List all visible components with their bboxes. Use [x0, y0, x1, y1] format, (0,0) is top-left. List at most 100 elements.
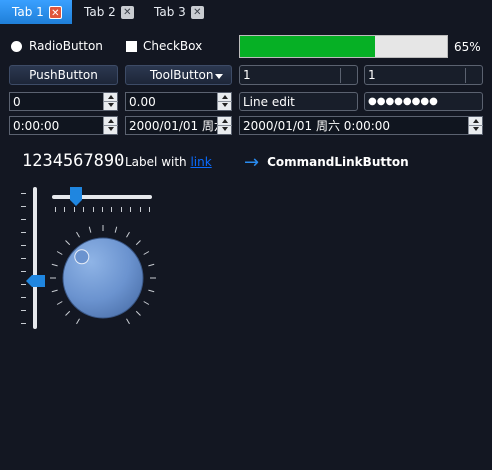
- slider-tick: [21, 323, 26, 324]
- dial-tick: [51, 263, 58, 267]
- vertical-slider-handle[interactable]: [26, 275, 45, 288]
- dial[interactable]: [46, 221, 160, 335]
- dial-tick: [88, 226, 92, 233]
- chevron-down-icon: [215, 74, 223, 79]
- slider-tick: [111, 207, 113, 212]
- checkbox-label: CheckBox: [143, 39, 203, 53]
- slider-tick: [21, 193, 26, 194]
- spin-buttons[interactable]: [103, 117, 118, 134]
- lcd-number: 1234567890: [22, 151, 125, 171]
- spin-down-icon[interactable]: [469, 125, 483, 133]
- link-label-text: Label with: [125, 155, 191, 169]
- dial-notch: [74, 249, 90, 265]
- radio-button[interactable]: [11, 41, 22, 52]
- tab-3[interactable]: Tab 3 ✕: [142, 0, 212, 24]
- dial-tick: [114, 226, 118, 233]
- radio-button-label: RadioButton: [29, 39, 103, 53]
- spin-down-icon[interactable]: [104, 125, 118, 133]
- arrow-right-icon: →: [244, 151, 260, 173]
- dial-tick: [148, 289, 155, 293]
- slider-tick: [21, 297, 26, 298]
- line-edit[interactable]: Line edit: [239, 92, 358, 111]
- horizontal-slider-groove[interactable]: [52, 195, 152, 199]
- close-icon[interactable]: ✕: [48, 5, 62, 19]
- double-spin-box[interactable]: 0.00: [125, 92, 232, 111]
- dial-tick: [76, 318, 80, 325]
- slider-tick: [21, 258, 26, 259]
- dial-tick: [51, 289, 58, 293]
- dial-tick: [65, 310, 71, 316]
- dial-tick: [126, 231, 130, 238]
- tool-button[interactable]: ToolButton: [125, 65, 232, 85]
- tool-button-label: ToolButton: [150, 68, 214, 82]
- date-edit-value: 2000/01/01 周六: [129, 119, 226, 133]
- slider-tick: [21, 284, 26, 285]
- int-spin-box-value: 0: [13, 94, 21, 109]
- command-link-button[interactable]: → CommandLinkButton: [244, 151, 409, 173]
- tab-1[interactable]: Tab 1 ✕: [0, 0, 72, 24]
- tab-2-label: Tab 2: [84, 5, 116, 19]
- close-icon[interactable]: ✕: [120, 5, 134, 19]
- spin-down-icon[interactable]: [104, 101, 118, 109]
- slider-tick: [21, 271, 26, 272]
- slider-tick: [64, 207, 66, 212]
- combo-box-1-value: 1: [243, 68, 251, 82]
- dial-tick: [143, 251, 150, 255]
- dial-tick: [76, 231, 80, 238]
- int-spin-box[interactable]: 0: [9, 92, 118, 111]
- dial-tick: [65, 240, 71, 246]
- link-label: Label with link: [125, 155, 212, 169]
- spin-buttons[interactable]: [468, 117, 483, 134]
- slider-tick: [21, 206, 26, 207]
- command-link-label: CommandLinkButton: [267, 155, 409, 169]
- dial-tick: [143, 301, 150, 305]
- slider-tick: [130, 207, 132, 212]
- close-icon[interactable]: ✕: [190, 5, 204, 19]
- spin-buttons[interactable]: [217, 117, 232, 134]
- tab-bar: Tab 1 ✕ Tab 2 ✕ Tab 3 ✕: [0, 0, 492, 24]
- spin-down-icon[interactable]: [218, 101, 232, 109]
- password-field-value: ●●●●●●●●: [368, 96, 438, 107]
- datetime-edit-value: 2000/01/01 周六 0:00:00: [243, 119, 391, 133]
- slider-tick: [21, 310, 26, 311]
- dial-tick: [135, 240, 141, 246]
- push-button[interactable]: PushButton: [9, 65, 118, 85]
- datetime-edit[interactable]: 2000/01/01 周六 0:00:00: [239, 116, 483, 135]
- line-edit-value: Line edit: [243, 94, 295, 109]
- password-field[interactable]: ●●●●●●●●: [364, 92, 483, 111]
- combo-box-1[interactable]: 1: [239, 65, 358, 85]
- date-edit[interactable]: 2000/01/01 周六: [125, 116, 232, 135]
- vertical-slider-groove[interactable]: [33, 187, 37, 329]
- slider-tick: [73, 207, 75, 212]
- checkbox[interactable]: [126, 41, 137, 52]
- slider-tick: [139, 207, 141, 212]
- slider-tick: [21, 219, 26, 220]
- dial-knob[interactable]: [62, 237, 144, 319]
- slider-tick: [149, 207, 150, 212]
- combo-divider: [340, 68, 341, 83]
- combo-divider: [465, 68, 466, 83]
- combo-box-2[interactable]: 1: [364, 65, 483, 85]
- time-edit[interactable]: 0:00:00: [9, 116, 118, 135]
- slider-tick: [102, 207, 103, 212]
- progress-bar: [239, 35, 448, 58]
- slider-tick: [21, 245, 26, 246]
- dial-tick: [126, 318, 130, 325]
- tab-2[interactable]: Tab 2 ✕: [72, 0, 142, 24]
- combo-box-2-value: 1: [368, 68, 376, 82]
- spin-buttons[interactable]: [217, 93, 232, 110]
- horizontal-slider-handle[interactable]: [69, 187, 82, 206]
- spin-buttons[interactable]: [103, 93, 118, 110]
- dial-tick: [56, 301, 63, 305]
- slider-tick: [55, 207, 56, 212]
- slider-tick: [120, 207, 122, 212]
- tab-1-label: Tab 1: [12, 5, 44, 19]
- dial-tick: [135, 310, 141, 316]
- spin-down-icon[interactable]: [218, 125, 232, 133]
- tab-3-label: Tab 3: [154, 5, 186, 19]
- slider-tick: [83, 207, 85, 212]
- double-spin-box-value: 0.00: [129, 94, 156, 109]
- label-link[interactable]: link: [190, 155, 211, 169]
- progress-fill: [240, 36, 375, 57]
- dial-tick: [148, 263, 155, 267]
